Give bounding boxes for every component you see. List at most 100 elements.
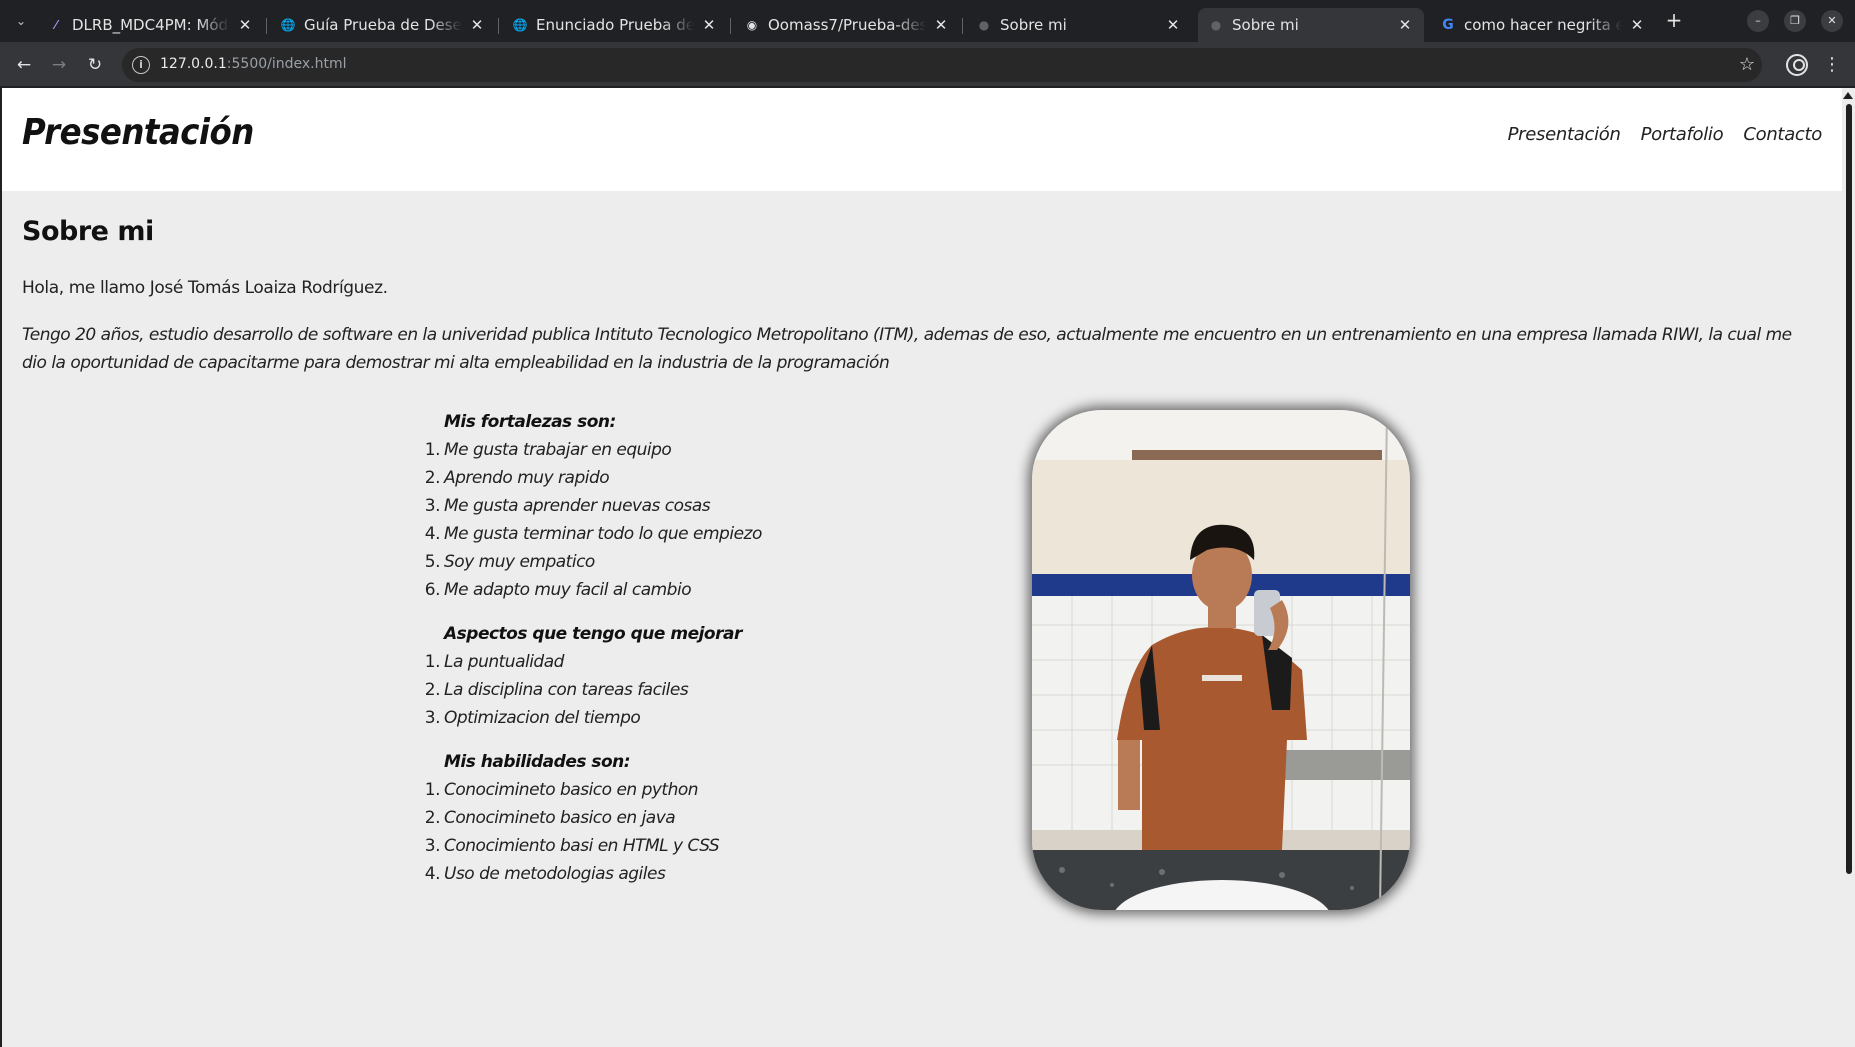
tab-moodle[interactable]: ⁄ DLRB_MDC4PM: Módulo ✕ xyxy=(38,8,264,42)
page-icon: ● xyxy=(978,18,990,32)
tab-sobre-mi-active[interactable]: ● Sobre mi ✕ xyxy=(1198,8,1424,42)
tab-divider xyxy=(962,18,963,34)
list-item: 6. Me adapto muy facil al cambio xyxy=(422,576,782,604)
restore-icon[interactable]: ❐ xyxy=(1784,10,1806,32)
browser-toolbar: ← → ↻ i 127.0.0.1:5500/index.html ☆ ⋮ xyxy=(0,42,1855,87)
item-number: 4. xyxy=(424,864,441,884)
bookmark-star-icon[interactable]: ☆ xyxy=(1734,52,1760,78)
strengths-list: 1. Me gusta trabajar en equipo 2. Aprendo … xyxy=(422,436,782,604)
close-tab-icon[interactable]: ✕ xyxy=(1628,16,1646,34)
item-number: 1. xyxy=(424,652,441,672)
item-text: Optimizacion del tiempo xyxy=(444,708,641,728)
back-icon[interactable]: ← xyxy=(11,52,37,78)
item-text: Me gusta terminar todo lo que empiezo xyxy=(444,524,762,544)
moodle-icon: ⁄ xyxy=(54,18,57,32)
list-item: 1. La puntualidad xyxy=(422,648,782,676)
tab-title: Sobre mi xyxy=(1000,16,1067,34)
list-item: 4. Me gusta terminar todo lo que empiezo xyxy=(422,520,782,548)
improve-heading: Aspectos que tengo que mejorar xyxy=(444,624,742,644)
url-path: :5500/index.html xyxy=(226,56,347,72)
tab-divider xyxy=(266,18,267,34)
list-item: 2. Aprendo muy rapido xyxy=(422,464,782,492)
profile-icon[interactable] xyxy=(1786,54,1808,76)
nav-link-presentacion[interactable]: Presentación xyxy=(1508,124,1621,145)
improve-list: 1. La puntualidad 2. La disciplina con tar… xyxy=(422,648,782,732)
address-bar[interactable]: i 127.0.0.1:5500/index.html xyxy=(122,48,1762,82)
tab-guia[interactable]: 🌐 Guía Prueba de Desempeño ✕ xyxy=(270,8,496,42)
skills-heading: Mis habilidades son: xyxy=(444,752,631,772)
tab-google[interactable]: G como hacer negrita en html ✕ xyxy=(1430,8,1656,42)
url-host: 127.0.0.1 xyxy=(160,56,227,72)
item-text: Me adapto muy facil al cambio xyxy=(444,580,692,600)
close-tab-icon[interactable]: ✕ xyxy=(700,16,718,34)
close-tab-icon[interactable]: ✕ xyxy=(932,16,950,34)
item-text: Conocimineto basico en java xyxy=(444,808,676,828)
list-item: 1. Conocimineto basico en python xyxy=(422,776,782,804)
tab-title: Oomass7/Prueba-desempeño xyxy=(768,16,926,34)
list-item: 3. Optimizacion del tiempo xyxy=(422,704,782,732)
section-title: Sobre mi xyxy=(22,216,154,247)
list-item: 5. Soy muy empatico xyxy=(422,548,782,576)
github-icon: ◉ xyxy=(746,18,758,32)
list-item: 3. Me gusta aprender nuevas cosas xyxy=(422,492,782,520)
tab-github[interactable]: ◉ Oomass7/Prueba-desempeño ✕ xyxy=(734,8,960,42)
item-number: 6. xyxy=(424,580,441,600)
strengths-heading: Mis fortalezas son: xyxy=(444,412,616,432)
item-number: 4. xyxy=(424,524,441,544)
globe-icon: 🌐 xyxy=(512,18,528,32)
new-tab-button[interactable]: + xyxy=(1662,9,1686,33)
item-number: 1. xyxy=(424,780,441,800)
google-icon: G xyxy=(1442,17,1454,33)
minimize-icon[interactable]: – xyxy=(1747,10,1769,32)
profile-photo xyxy=(1032,410,1410,910)
tab-title: como hacer negrita en html xyxy=(1464,16,1622,34)
item-number: 3. xyxy=(424,708,441,728)
scroll-up-arrow-icon[interactable] xyxy=(1843,92,1853,99)
scrollbar-thumb[interactable] xyxy=(1846,104,1852,874)
item-number: 2. xyxy=(424,468,441,488)
site-info-icon[interactable]: i xyxy=(132,56,150,74)
site-header: Presentación Presentación Portafolio Con… xyxy=(2,88,1842,191)
list-item: 2. La disciplina con tareas faciles xyxy=(422,676,782,704)
item-number: 3. xyxy=(424,836,441,856)
close-tab-icon[interactable]: ✕ xyxy=(1164,16,1182,34)
item-number: 5. xyxy=(424,552,441,572)
close-tab-icon[interactable]: ✕ xyxy=(1396,16,1414,34)
intro-text: Hola, me llamo José Tomás Loaiza Rodrígu… xyxy=(22,278,388,298)
tab-title: Guía Prueba de Desempeño xyxy=(304,16,462,34)
improve-block: Aspectos que tengo que mejorar 1. La punt… xyxy=(422,620,782,732)
strengths-block: Mis fortalezas son: 1. Me gusta trabajar … xyxy=(422,408,782,604)
page-icon: ● xyxy=(1210,18,1222,32)
list-item: 2. Conocimineto basico en java xyxy=(422,804,782,832)
close-tab-icon[interactable]: ✕ xyxy=(468,16,486,34)
close-window-icon[interactable]: ✕ xyxy=(1821,10,1843,32)
tab-strip: ⌄ ⁄ DLRB_MDC4PM: Módulo ✕ 🌐 Guía Prueba … xyxy=(0,0,1855,42)
item-number: 3. xyxy=(424,496,441,516)
profile-photo-illustration xyxy=(1032,410,1410,910)
tab-search-icon[interactable]: ⌄ xyxy=(8,9,34,33)
item-text: Me gusta trabajar en equipo xyxy=(444,440,672,460)
list-item: 3. Conocimiento basi en HTML y CSS xyxy=(422,832,782,860)
forward-icon[interactable]: → xyxy=(46,52,72,78)
tab-enunciado[interactable]: 🌐 Enunciado Prueba de Desempeño ✕ xyxy=(502,8,728,42)
site-logo[interactable]: Presentación xyxy=(22,112,254,153)
nav-link-contacto[interactable]: Contacto xyxy=(1743,124,1822,145)
menu-kebab-icon[interactable]: ⋮ xyxy=(1823,52,1841,78)
item-text: La puntualidad xyxy=(444,652,564,672)
item-number: 1. xyxy=(424,440,441,460)
site-nav: Presentación Portafolio Contacto xyxy=(1508,124,1823,145)
item-text: Uso de metodologias agiles xyxy=(444,864,666,884)
tab-divider xyxy=(498,18,499,34)
close-tab-icon[interactable]: ✕ xyxy=(236,16,254,34)
item-text: Me gusta aprender nuevas cosas xyxy=(444,496,711,516)
item-text: Soy muy empatico xyxy=(444,552,595,572)
tab-divider xyxy=(730,18,731,34)
list-item: 4. Uso de metodologias agiles xyxy=(422,860,782,888)
tab-title: DLRB_MDC4PM: Módulo xyxy=(72,16,230,34)
nav-link-portafolio[interactable]: Portafolio xyxy=(1641,124,1724,145)
tab-sobre-mi-1[interactable]: ● Sobre mi ✕ xyxy=(966,8,1192,42)
list-item: 1. Me gusta trabajar en equipo xyxy=(422,436,782,464)
skills-block: Mis habilidades son: 1. Conocimineto basi… xyxy=(422,748,782,888)
lists-column: Mis fortalezas son: 1. Me gusta trabajar … xyxy=(422,408,782,904)
reload-icon[interactable]: ↻ xyxy=(82,52,108,78)
